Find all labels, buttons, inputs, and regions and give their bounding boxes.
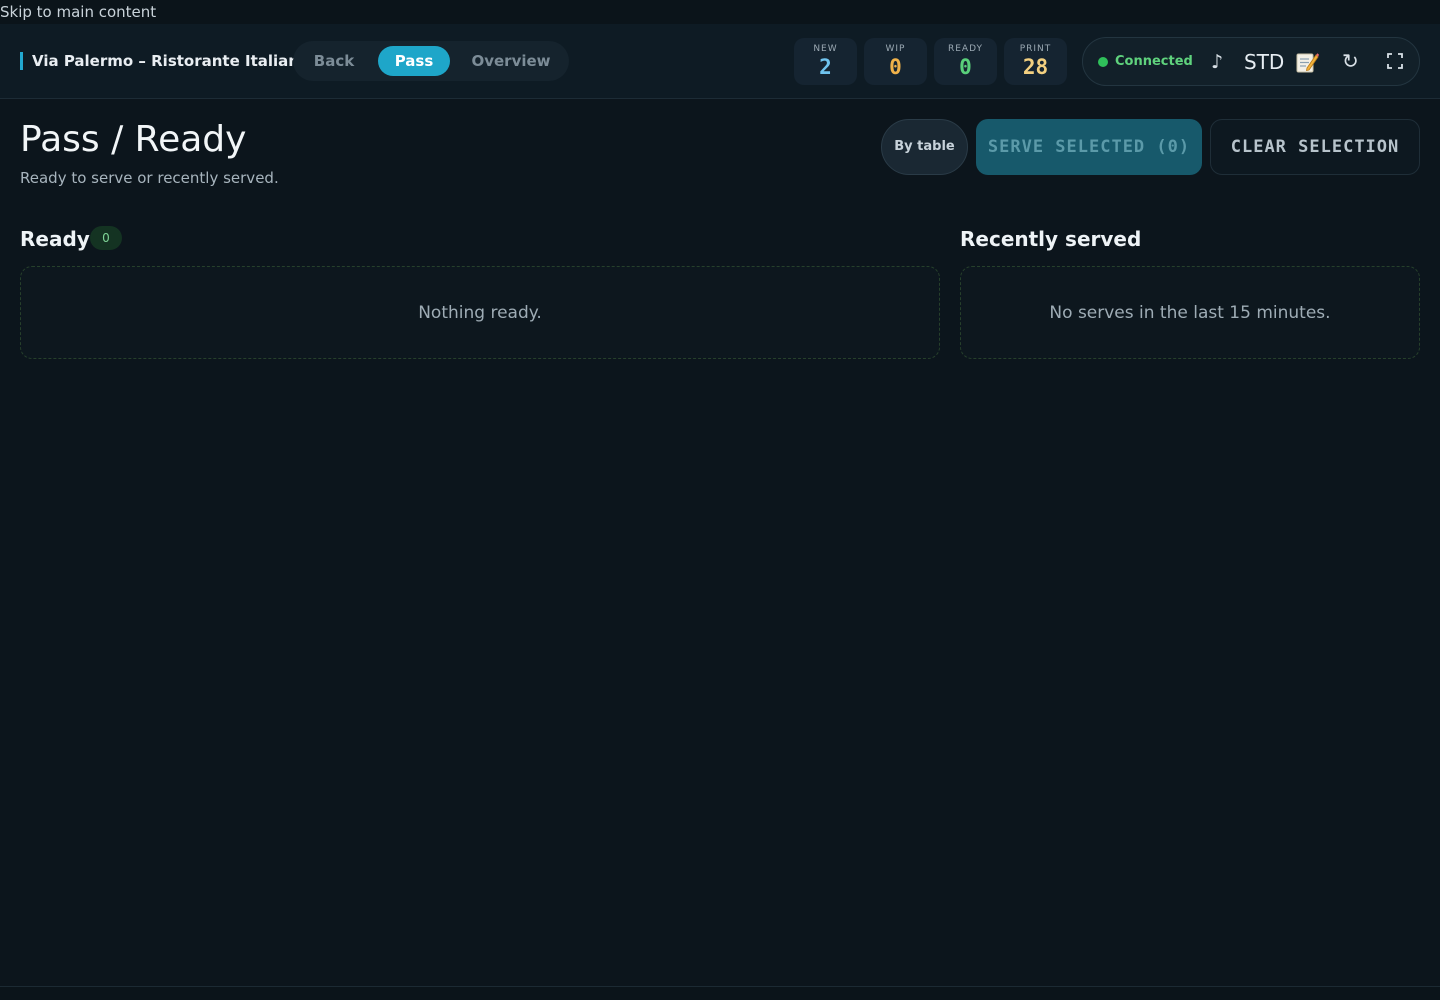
tab-pass[interactable]: Pass — [378, 46, 450, 76]
station-nav: Back Pass Overview — [293, 41, 569, 81]
skip-to-main-link[interactable]: Skip to main content — [0, 2, 156, 22]
status-dot-icon — [1098, 57, 1108, 67]
ready-panel: Nothing ready. — [20, 266, 940, 359]
tab-overview[interactable]: Overview — [458, 46, 564, 76]
stat-wip-value: 0 — [889, 55, 902, 79]
connection-status: Connected — [1115, 54, 1193, 69]
refresh-icon[interactable]: ↻ — [1342, 49, 1359, 73]
stat-wip-label: WIP — [885, 44, 906, 54]
stat-ready-label: READY — [947, 44, 984, 54]
brand-title: Via Palermo – Ristorante Italiano — [20, 52, 309, 70]
by-table-button[interactable]: By table — [881, 119, 968, 175]
stat-new-value: 2 — [819, 55, 832, 79]
tab-back[interactable]: Back — [299, 46, 369, 76]
ready-count-badge: 0 — [90, 226, 122, 250]
stat-print-value: 28 — [1022, 55, 1049, 79]
stat-new: NEW 2 — [794, 38, 857, 85]
fullscreen-icon[interactable] — [1387, 53, 1403, 69]
recent-empty-message: No serves in the last 15 minutes. — [1049, 302, 1331, 323]
stat-ready: READY 0 — [934, 38, 997, 85]
page-title: Pass / Ready — [20, 119, 247, 160]
stat-print-label: PRINT — [1019, 44, 1052, 54]
ready-empty-message: Nothing ready. — [418, 302, 542, 323]
clear-selection-button[interactable]: CLEAR SELECTION — [1210, 119, 1420, 175]
stat-wip: WIP 0 — [864, 38, 927, 85]
recent-section-title: Recently served — [960, 227, 1142, 251]
stat-print: PRINT 28 — [1004, 38, 1067, 85]
top-strip — [0, 0, 1440, 24]
app-header: Via Palermo – Ristorante Italiano Back P… — [0, 24, 1440, 99]
ready-section-title: Ready — [20, 227, 90, 251]
stat-ready-value: 0 — [959, 55, 972, 79]
connection-panel: Connected ♪ STD ↻ — [1082, 37, 1420, 86]
serve-selected-button[interactable]: SERVE SELECTED (0) — [976, 119, 1202, 175]
mode-indicator[interactable]: STD — [1244, 50, 1284, 74]
sound-icon[interactable]: ♪ — [1211, 50, 1223, 74]
recent-panel: No serves in the last 15 minutes. — [960, 266, 1420, 359]
footer-bar — [0, 986, 1440, 1000]
page-subtitle: Ready to serve or recently served. — [20, 169, 279, 187]
memo-icon[interactable] — [1295, 51, 1319, 73]
stat-new-label: NEW — [813, 44, 838, 54]
